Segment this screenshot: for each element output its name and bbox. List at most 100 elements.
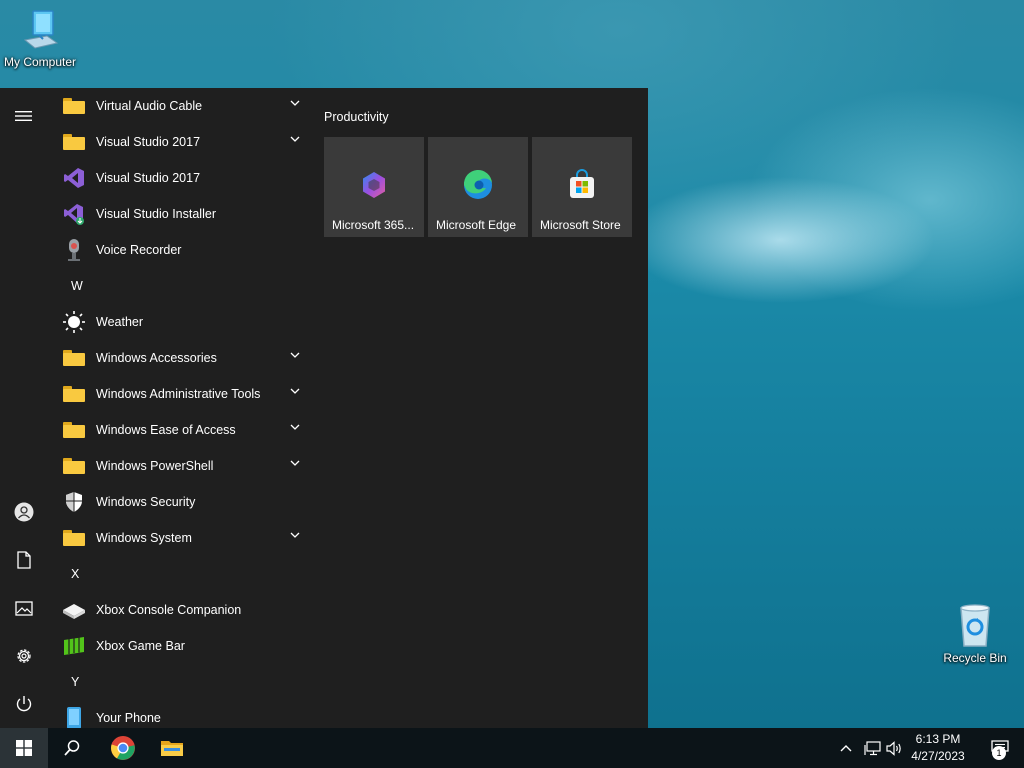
app-item-xbox-game-bar[interactable]: Xbox Game Bar [56, 628, 312, 664]
expand-menu-button[interactable] [0, 96, 48, 136]
tile-microsoft-365[interactable]: Microsoft 365... [324, 137, 424, 237]
folder-icon [62, 526, 86, 550]
clock-date: 4/27/2023 [911, 749, 965, 763]
taskbar-file-explorer[interactable] [148, 728, 196, 768]
power-icon [16, 696, 32, 712]
app-item-visual-studio-2017[interactable]: Visual Studio 2017 [56, 160, 312, 196]
store-icon [570, 169, 594, 198]
folder-icon [62, 418, 86, 442]
microphone-icon [62, 238, 86, 262]
clock[interactable]: 6:13 PM 4/27/2023 [906, 731, 970, 765]
chevron-down-icon [290, 136, 300, 142]
app-item-label: Virtual Audio Cable [96, 99, 203, 113]
menu-icon [15, 111, 32, 121]
search-icon [64, 740, 80, 756]
app-item-windows-ease-of-access[interactable]: Windows Ease of Access [56, 412, 312, 448]
letter-header-y[interactable]: Y [56, 664, 312, 700]
chevron-down-icon [290, 388, 300, 394]
chevron-down-icon [290, 424, 300, 430]
tile-label: Microsoft 365... [332, 218, 415, 232]
app-list: Virtual Audio Cable Visual Studio 2017 Vis… [56, 88, 312, 736]
tile-label: Microsoft Store [540, 218, 621, 232]
show-hidden-icons-button[interactable] [833, 728, 859, 768]
visual-studio-installer-icon [62, 202, 86, 226]
app-item-virtual-audio-cable[interactable]: Virtual Audio Cable [56, 88, 312, 124]
sun-icon [62, 310, 86, 334]
documents-button[interactable] [0, 540, 48, 580]
app-item-label: Windows Security [96, 495, 196, 509]
app-item-label: Windows System [96, 531, 192, 545]
app-item-label: Weather [96, 315, 144, 329]
recycle-bin-icon [960, 604, 990, 647]
volume-icon [885, 740, 901, 756]
microsoft-365-icon [363, 172, 385, 198]
folder-icon [62, 454, 86, 478]
app-item-label: Xbox Console Companion [96, 603, 242, 617]
app-item-label: Your Phone [96, 711, 161, 725]
file-explorer-icon [161, 741, 183, 756]
computer-icon [23, 10, 59, 49]
chevron-down-icon [290, 532, 300, 538]
start-menu-rail [0, 88, 48, 728]
app-item-windows-accessories[interactable]: Windows Accessories [56, 340, 312, 376]
tile-microsoft-store[interactable]: Microsoft Store [532, 137, 632, 237]
chevron-up-icon [840, 745, 852, 752]
taskbar: 6:13 PM 4/27/2023 1 [0, 728, 1024, 768]
app-item-label: Visual Studio 2017 [96, 171, 201, 185]
pictures-button[interactable] [0, 588, 48, 628]
app-item-label: Windows Administrative Tools [96, 387, 261, 401]
folder-icon [62, 94, 86, 118]
app-item-label: Windows Ease of Access [96, 423, 236, 437]
tile-label: Microsoft Edge [436, 218, 517, 232]
documents-icon [17, 551, 31, 569]
app-item-weather[interactable]: Weather [56, 304, 312, 340]
app-item-windows-security[interactable]: Windows Security [56, 484, 312, 520]
tile-group-title: Productivity [324, 110, 389, 124]
chevron-down-icon [290, 100, 300, 106]
notification-count-badge: 1 [992, 746, 1006, 760]
app-item-visual-studio-installer[interactable]: Visual Studio Installer [56, 196, 312, 232]
chevron-down-icon [290, 460, 300, 466]
shield-icon [62, 490, 86, 514]
app-item-label: Visual Studio Installer [96, 207, 216, 221]
tile-microsoft-edge[interactable]: Microsoft Edge [428, 137, 528, 237]
volume-button[interactable] [882, 728, 906, 768]
letter-header-w[interactable]: W [56, 268, 312, 304]
app-item-xbox-console-companion[interactable]: Xbox Console Companion [56, 592, 312, 628]
visual-studio-icon [62, 166, 86, 190]
phone-icon [62, 706, 86, 730]
folder-icon [62, 382, 86, 406]
app-item-label: Visual Studio 2017 [96, 135, 201, 149]
start-button[interactable] [0, 728, 48, 768]
app-item-label: Windows PowerShell [96, 459, 214, 473]
power-button[interactable] [0, 684, 48, 724]
chrome-icon [111, 736, 135, 760]
desktop-icon-my-computer[interactable]: My Computer [0, 8, 80, 69]
xbox-game-bar-icon [62, 634, 86, 658]
user-account-button[interactable] [0, 492, 48, 532]
start-menu: Virtual Audio Cable Visual Studio 2017 Vis… [0, 88, 648, 729]
app-item-windows-powershell[interactable]: Windows PowerShell [56, 448, 312, 484]
app-item-label: Windows Accessories [96, 351, 217, 365]
user-icon [14, 502, 34, 522]
folder-icon [62, 130, 86, 154]
app-item-visual-studio-2017[interactable]: Visual Studio 2017 [56, 124, 312, 160]
desktop-icon-label: Recycle Bin [943, 651, 1007, 665]
folder-icon [62, 346, 86, 370]
taskbar-chrome[interactable] [99, 728, 147, 768]
letter-header-x[interactable]: X [56, 556, 312, 592]
app-item-voice-recorder[interactable]: Voice Recorder [56, 232, 312, 268]
app-item-label: Voice Recorder [96, 243, 182, 257]
pictures-icon [15, 600, 33, 616]
desktop-icon-recycle-bin[interactable]: Recycle Bin [935, 602, 1015, 665]
app-item-windows-system[interactable]: Windows System [56, 520, 312, 556]
network-icon [863, 740, 881, 755]
desktop-icon-label: My Computer [3, 55, 77, 69]
search-button[interactable] [48, 728, 96, 768]
chevron-down-icon [290, 352, 300, 358]
settings-button[interactable] [0, 636, 48, 676]
settings-icon [17, 649, 31, 663]
app-item-windows-administrative-tools[interactable]: Windows Administrative Tools [56, 376, 312, 412]
windows-logo-icon [16, 740, 32, 756]
clock-time: 6:13 PM [915, 732, 961, 746]
